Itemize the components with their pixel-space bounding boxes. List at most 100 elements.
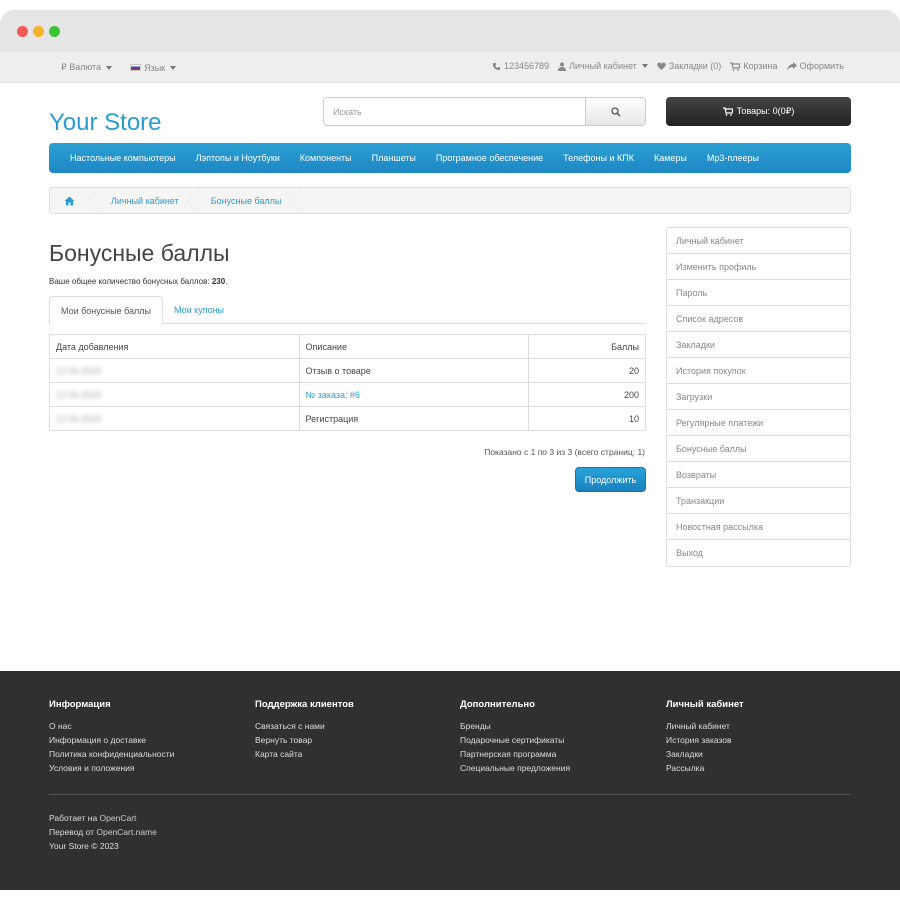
opencart-link[interactable]: OpenCart xyxy=(100,813,137,823)
sidebar-item-recurring-payments[interactable]: Регулярные платежи xyxy=(667,410,850,436)
footer-link-wishlist[interactable]: Закладки xyxy=(666,747,744,761)
footer-link-terms[interactable]: Условия и положения xyxy=(49,761,174,775)
search-input[interactable] xyxy=(324,98,585,125)
phone-link[interactable]: 123456789 xyxy=(492,61,549,71)
sidebar-item-order-history[interactable]: История покупок xyxy=(667,358,850,384)
sidebar-item-returns[interactable]: Возвраты xyxy=(667,462,850,488)
table-row: 12.06.2023 Регистрация 10 xyxy=(49,406,646,431)
sidebar-item-password[interactable]: Пароль xyxy=(667,280,850,306)
row-points: 200 xyxy=(528,382,646,407)
checkout-link[interactable]: Оформить xyxy=(786,61,844,71)
menu-item-laptops[interactable]: Лэптопы и Ноутбуки xyxy=(186,153,290,163)
footer-credits: Работает на OpenCart Перевод от OpenCart… xyxy=(49,811,157,853)
menu-item-software[interactable]: Програмное обеспечение xyxy=(426,153,553,163)
sidebar-item-address-book[interactable]: Список адресов xyxy=(667,306,850,332)
chevron-down-icon xyxy=(106,65,113,70)
menu-item-phones[interactable]: Телефоны и КПК xyxy=(553,153,644,163)
footer-link-affiliate[interactable]: Партнерская программа xyxy=(460,747,570,761)
menu-item-mp3[interactable]: Mp3-плееры xyxy=(697,153,769,163)
footer-link-delivery[interactable]: Информация о доставке xyxy=(49,733,174,747)
footer-link-contact[interactable]: Связаться с нами xyxy=(255,719,354,733)
table-row: 12.06.2023 № заказа: #6 200 xyxy=(49,382,646,407)
row-date: 12.06.2023 xyxy=(49,406,300,431)
continue-button[interactable]: Продолжить xyxy=(575,467,646,492)
footer-column-information: Информация О нас Информация о доставке П… xyxy=(49,699,174,775)
user-icon xyxy=(558,62,567,71)
heart-icon xyxy=(657,62,666,70)
menu-item-desktops[interactable]: Настольные компьютеры xyxy=(60,153,186,163)
sidebar-item-reward-points[interactable]: Бонусные баллы xyxy=(667,436,850,462)
footer-column-customer-service: Поддержка клиентов Связаться с нами Верн… xyxy=(255,699,354,761)
minimize-window-button[interactable] xyxy=(33,26,44,37)
sidebar-item-wishlist[interactable]: Закладки xyxy=(667,332,850,358)
store-logo[interactable]: Your Store xyxy=(49,109,162,137)
footer-link-returns[interactable]: Вернуть товар xyxy=(255,733,354,747)
account-dropdown[interactable]: Личный кабинет xyxy=(558,61,648,71)
tab-my-reward-points[interactable]: Мои бонусные баллы xyxy=(49,296,164,325)
menu-item-cameras[interactable]: Камеры xyxy=(644,153,697,163)
opencart-name-link[interactable]: OpenCart.name xyxy=(96,827,156,837)
sidebar-item-newsletter[interactable]: Новостная рассылка xyxy=(667,514,850,540)
menu-item-tablets[interactable]: Планшеты xyxy=(362,153,426,163)
total-points-suffix: . xyxy=(225,277,228,286)
pagination-results-text: Показано с 1 по 3 из 3 (всего страниц: 1… xyxy=(484,447,645,457)
total-points-value: 230 xyxy=(211,277,226,286)
sidebar-item-transactions[interactable]: Транзакции xyxy=(667,488,850,514)
row-date: 12.06.2023 xyxy=(49,382,300,407)
language-dropdown[interactable]: Язык xyxy=(130,62,177,73)
russian-flag-icon xyxy=(130,64,142,71)
footer-link-specials[interactable]: Специальные предложения xyxy=(460,761,570,775)
close-window-button[interactable] xyxy=(17,26,28,37)
row-points: 10 xyxy=(528,406,646,431)
breadcrumb: Личный кабинет Бонусные баллы xyxy=(49,187,851,214)
site-header: Your Store Товары: 0(0₽) xyxy=(0,83,900,143)
cart-label: Корзина xyxy=(743,61,778,71)
sidebar-item-edit-profile[interactable]: Изменить профиль xyxy=(667,254,850,280)
wishlist-link[interactable]: Закладки (0) xyxy=(657,61,721,71)
wishlist-label: Закладки (0) xyxy=(668,61,722,71)
phone-icon xyxy=(492,62,501,70)
date-value: 12.06.2023 xyxy=(56,389,102,400)
breadcrumb-reward-points[interactable]: Бонусные баллы xyxy=(199,188,302,213)
order-link[interactable]: № заказа: #6 xyxy=(306,390,360,400)
footer-link-order-history[interactable]: История заказов xyxy=(666,733,744,747)
footer-divider xyxy=(49,794,851,795)
tab-my-coupons[interactable]: Мои купоны xyxy=(163,296,235,324)
home-icon xyxy=(64,196,75,205)
search-button[interactable] xyxy=(585,98,645,125)
footer-link-account[interactable]: Личный кабинет xyxy=(666,719,744,733)
window-titlebar xyxy=(0,10,900,52)
row-description: № заказа: #6 xyxy=(298,382,530,407)
footer-column-title: Дополнительно xyxy=(460,699,535,710)
sidebar-item-downloads[interactable]: Загрузки xyxy=(667,384,850,410)
cart-button[interactable]: Товары: 0(0₽) xyxy=(666,97,851,126)
footer-link-privacy[interactable]: Политика конфиденциальности xyxy=(49,747,174,761)
row-description: Регистрация xyxy=(298,406,530,431)
date-value: 12.06.2023 xyxy=(56,365,102,376)
maximize-window-button[interactable] xyxy=(49,26,60,37)
currency-dropdown[interactable]: ₽ Валюта xyxy=(61,62,113,73)
breadcrumb-home[interactable] xyxy=(50,188,99,213)
footer-link-sitemap[interactable]: Карта сайта xyxy=(255,747,354,761)
menu-item-components[interactable]: Компоненты xyxy=(290,153,362,163)
sidebar-item-account[interactable]: Личный кабинет xyxy=(667,228,850,254)
footer-link-newsletter[interactable]: Рассылка xyxy=(666,761,744,775)
sidebar-item-logout[interactable]: Выход xyxy=(667,540,850,566)
site-footer: Информация О нас Информация о доставке П… xyxy=(0,671,900,890)
column-header-date: Дата добавления xyxy=(49,334,300,359)
cart-button-label: Товары: 0(0₽) xyxy=(736,106,795,116)
footer-column-title: Личный кабинет xyxy=(666,699,744,710)
breadcrumb-account[interactable]: Личный кабинет xyxy=(99,188,199,213)
search-icon xyxy=(610,106,621,117)
footer-link-about[interactable]: О нас xyxy=(49,719,174,733)
column-header-description: Описание xyxy=(298,334,530,359)
currency-label: ₽ Валюта xyxy=(61,62,102,72)
footer-link-gift-certificates[interactable]: Подарочные сертификаты xyxy=(460,733,570,747)
column-header-points: Баллы xyxy=(528,334,646,359)
language-label: Язык xyxy=(144,62,166,73)
footer-link-brands[interactable]: Бренды xyxy=(460,719,570,733)
account-label: Личный кабинет xyxy=(569,61,637,71)
table-row: 12.06.2023 Отзыв о товаре 20 xyxy=(49,358,646,383)
main-menu: Настольные компьютеры Лэптопы и Ноутбуки… xyxy=(49,143,851,173)
cart-link[interactable]: Корзина xyxy=(730,61,778,71)
